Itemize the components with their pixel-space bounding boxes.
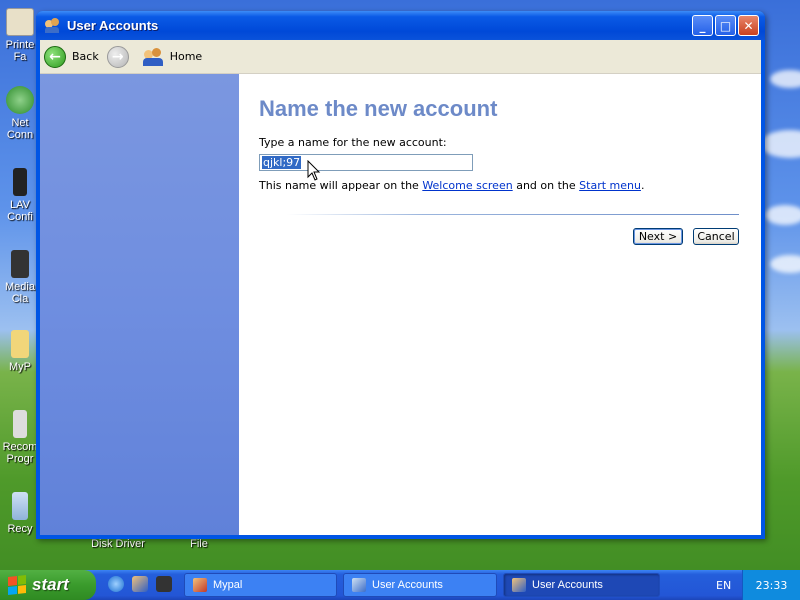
task-label: User Accounts	[532, 579, 603, 591]
name-prompt: Type a name for the new account:	[259, 136, 447, 149]
forward-arrow-icon: →	[106, 45, 129, 68]
home-label: Home	[169, 50, 203, 63]
printer-icon	[6, 8, 34, 36]
note-suffix: .	[640, 179, 645, 192]
recycle-bin-icon	[12, 492, 28, 520]
mouse-cursor-icon	[307, 160, 321, 181]
taskbar: start Mypal User Accounts User Accounts …	[0, 570, 800, 600]
cancel-label: Cancel	[697, 230, 735, 243]
config-icon	[13, 168, 27, 196]
note-prefix: This name will appear on the	[259, 179, 419, 192]
home-users-icon	[142, 47, 165, 66]
maximize-icon: □	[719, 18, 732, 33]
back-button[interactable]: ← Back	[44, 45, 99, 68]
start-button[interactable]: start	[0, 570, 96, 600]
user-accounts-task-icon	[352, 578, 366, 592]
next-label: Next >	[638, 230, 678, 243]
program-icon	[13, 410, 27, 438]
start-menu-link[interactable]: Start menu	[579, 179, 641, 192]
user-accounts-task-icon	[512, 578, 526, 592]
forward-button[interactable]: →	[106, 45, 135, 68]
browser-quicklaunch-icon[interactable]	[108, 576, 124, 592]
task-label: Mypal	[213, 579, 243, 591]
window-content: Name the new account Type a name for the…	[40, 74, 761, 535]
title-bar[interactable]: User Accounts _ □ ✕	[36, 11, 765, 40]
account-name-value: qjkl;97	[262, 156, 302, 169]
taskbar-item-user-accounts-1[interactable]: User Accounts	[343, 573, 497, 597]
note-mid: and on the	[516, 179, 576, 192]
welcome-screen-link[interactable]: Welcome screen	[422, 179, 512, 192]
home-button[interactable]: Home	[142, 47, 203, 66]
name-note: This name will appear on the Welcome scr…	[259, 179, 761, 192]
media-icon	[11, 250, 29, 278]
task-label: User Accounts	[372, 579, 443, 591]
desktop-icon-disk-driver[interactable]: Disk Driver	[83, 538, 153, 550]
start-label: start	[32, 575, 69, 594]
close-button[interactable]: ✕	[738, 15, 759, 36]
main-panel: Name the new account Type a name for the…	[239, 74, 761, 535]
minimize-button[interactable]: _	[692, 15, 713, 36]
next-button[interactable]: Next >	[633, 228, 683, 245]
clock: 23:33	[755, 578, 788, 592]
back-label: Back	[72, 50, 99, 63]
mypal-icon	[193, 578, 207, 592]
toolbar: ← Back → Home	[40, 40, 761, 74]
minimize-icon: _	[699, 18, 706, 33]
desktop-icon-label: File	[190, 538, 208, 550]
desktop-icon-file[interactable]: File	[164, 538, 234, 550]
window-title: User Accounts	[67, 18, 159, 33]
media-quicklaunch-icon[interactable]	[156, 576, 172, 592]
divider	[287, 214, 739, 215]
windows-logo-icon	[8, 575, 26, 595]
back-arrow-icon: ←	[44, 45, 66, 68]
close-icon: ✕	[743, 18, 754, 33]
folder-icon	[11, 330, 29, 358]
account-name-input[interactable]: qjkl;97	[259, 154, 473, 171]
language-indicator[interactable]: EN	[716, 579, 731, 592]
maximize-button[interactable]: □	[715, 15, 736, 36]
network-icon	[6, 86, 34, 114]
user-accounts-window: User Accounts _ □ ✕ ← Back → Home Name t…	[36, 11, 765, 539]
user-accounts-icon	[45, 17, 61, 34]
side-panel	[40, 74, 239, 535]
cancel-button[interactable]: Cancel	[693, 228, 739, 245]
page-title: Name the new account	[259, 96, 498, 121]
taskbar-item-mypal[interactable]: Mypal	[184, 573, 337, 597]
desktop-icon-label: Disk Driver	[91, 538, 145, 550]
system-tray: 23:33	[742, 570, 800, 600]
taskbar-item-user-accounts-2[interactable]: User Accounts	[503, 573, 660, 597]
users-quicklaunch-icon[interactable]	[132, 576, 148, 592]
